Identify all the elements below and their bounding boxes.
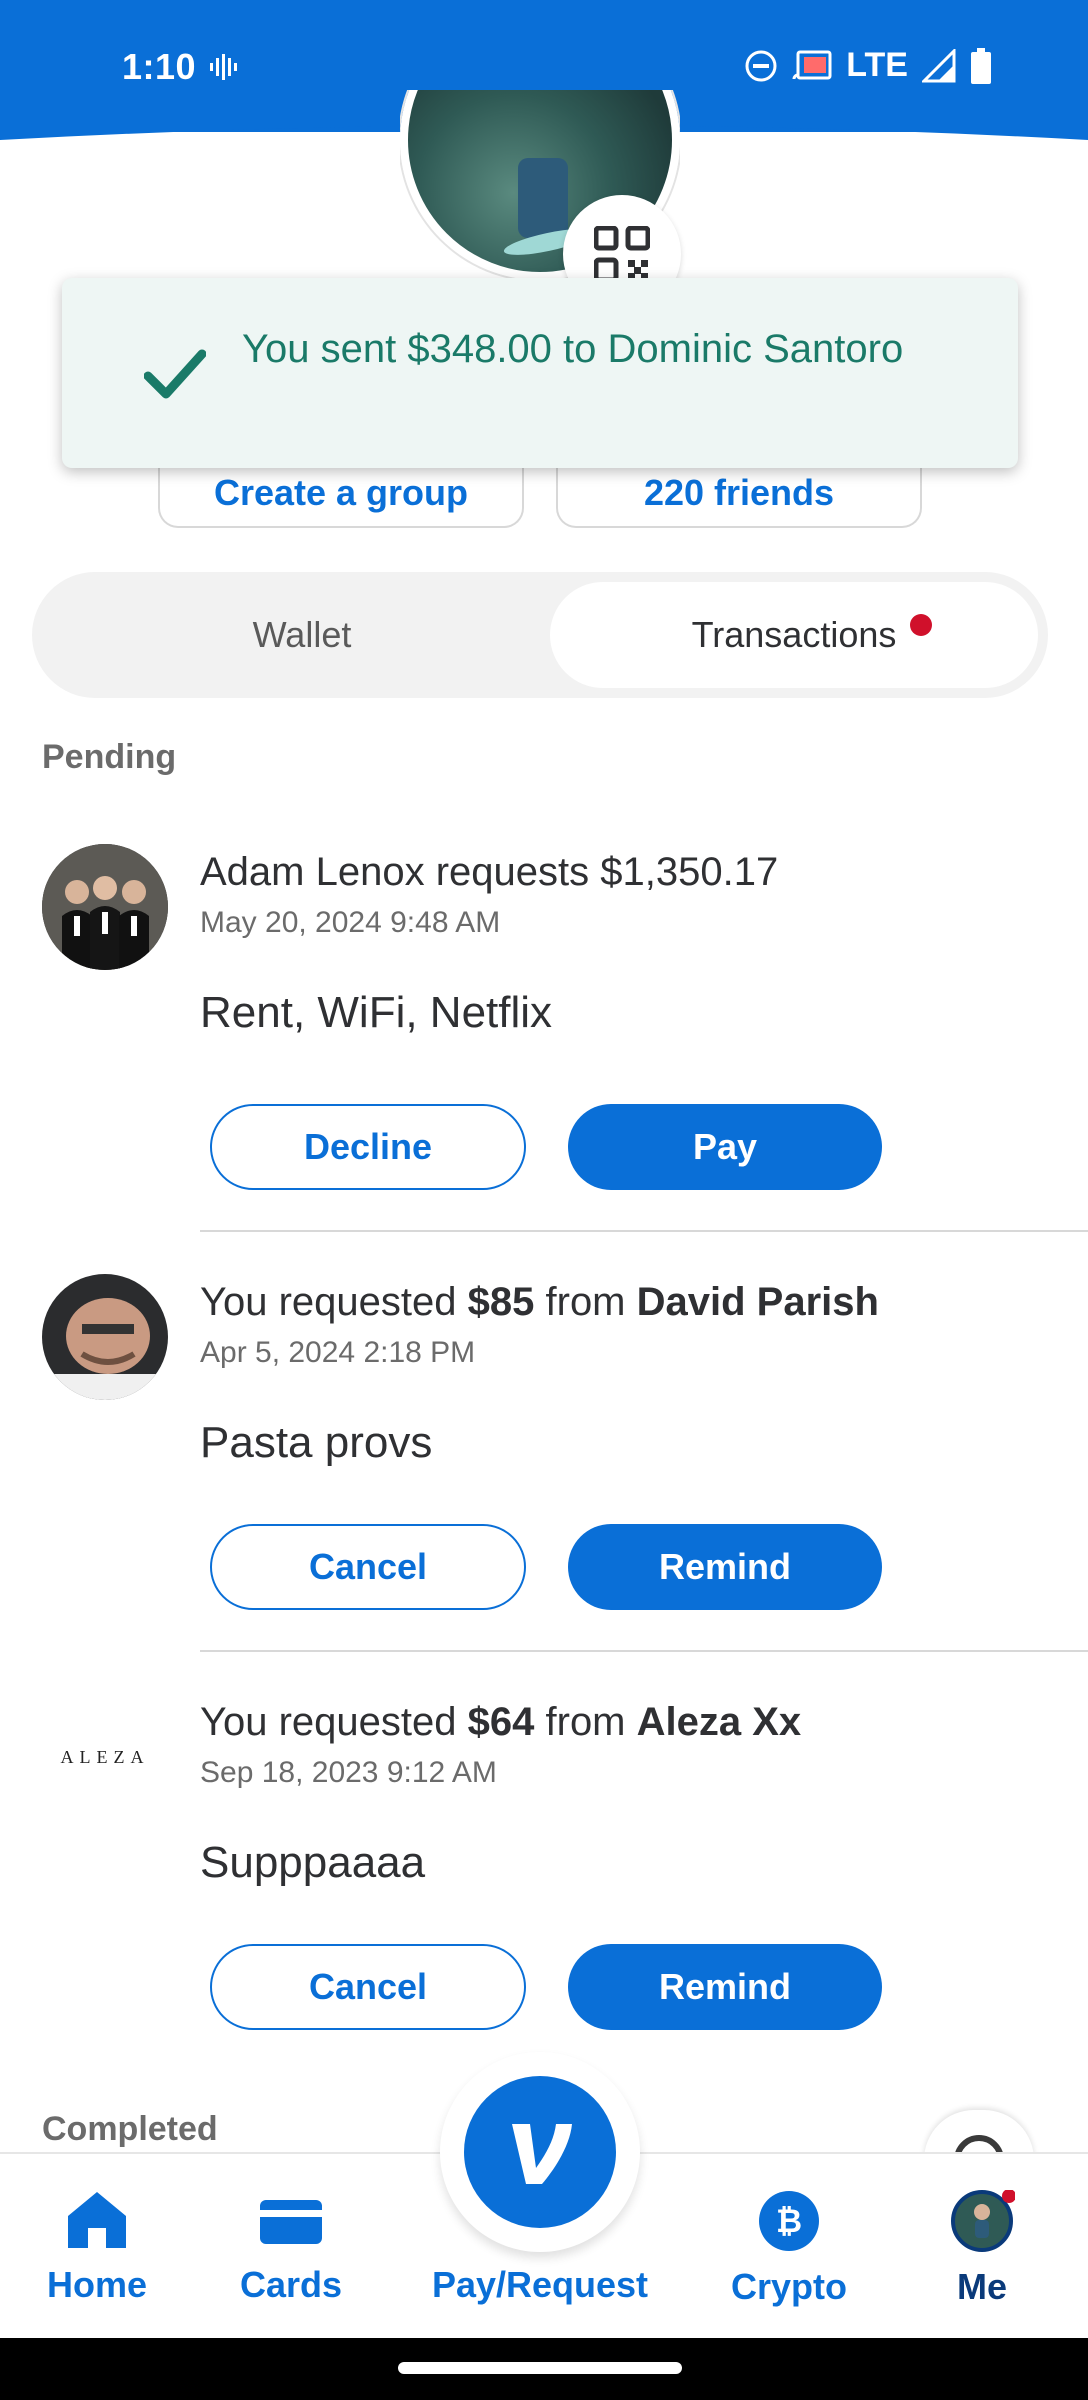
home-gesture-handle[interactable] — [398, 2362, 682, 2374]
divider — [200, 1230, 1088, 1232]
completed-heading: Completed — [42, 2110, 218, 2148]
remind-button[interactable]: Remind — [568, 1524, 882, 1610]
tab-transactions[interactable]: Transactions — [550, 582, 1038, 688]
tab-wallet[interactable]: Wallet — [42, 582, 562, 688]
signal-icon — [922, 48, 956, 82]
svg-text:₿: ₿ — [776, 2202, 802, 2240]
nav-crypto[interactable]: ₿ Crypto — [724, 2190, 854, 2308]
transaction-note: Rent, WiFi, Netflix — [200, 988, 553, 1037]
tab-transactions-label: Transactions — [691, 614, 897, 655]
transaction-date: Apr 5, 2024 2:18 PM — [200, 1336, 476, 1369]
transaction-date: Sep 18, 2023 9:12 AM — [200, 1756, 497, 1789]
audio-wave-icon — [210, 54, 237, 80]
status-time: 1:10 — [122, 46, 197, 87]
profile-photo — [42, 1274, 168, 1400]
venmo-v-icon — [512, 2124, 572, 2184]
title-name: David Parish — [636, 1280, 879, 1324]
title-amount: $64 — [467, 1700, 535, 1744]
title-name: Aleza Xx — [636, 1700, 802, 1744]
aleza-logo-text: ALEZA — [60, 1746, 150, 1767]
cancel-button[interactable]: Cancel — [210, 1944, 526, 2030]
nav-home[interactable]: Home — [42, 2190, 152, 2306]
toast-message: You sent $348.00 to Dominic Santoro — [242, 327, 904, 371]
avatar-david-parish[interactable] — [42, 1274, 168, 1400]
cast-icon — [792, 50, 832, 79]
nav-me[interactable]: Me — [932, 2190, 1032, 2308]
nav-home-label: Home — [46, 2264, 148, 2305]
nav-cards-label: Cards — [239, 2264, 343, 2305]
remind-button[interactable]: Remind — [568, 1944, 882, 2030]
pay-request-fab[interactable] — [464, 2076, 616, 2228]
create-group-button[interactable]: Create a group — [158, 460, 524, 528]
title-prefix: You requested — [200, 1280, 468, 1324]
transaction-title: Adam Lenox requests $1,350.17 — [200, 850, 779, 894]
avatar-adam-lenox[interactable] — [42, 844, 168, 970]
avatar-aleza[interactable]: ALEZA — [42, 1694, 168, 1820]
status-icons: LTE — [744, 46, 992, 85]
divider — [200, 1650, 1088, 1652]
qr-code-icon — [594, 226, 650, 282]
cancel-button[interactable]: Cancel — [210, 1524, 526, 1610]
friends-button[interactable]: 220 friends — [556, 460, 922, 528]
card-icon — [260, 2200, 322, 2244]
pending-heading: Pending — [42, 738, 177, 776]
wallet-transactions-tabs: Wallet Transactions — [32, 572, 1048, 698]
nav-pay-label: Pay/Request — [431, 2264, 649, 2305]
transaction-title: You requested $85 from David Parish — [200, 1280, 879, 1325]
payment-success-toast: You sent $348.00 to Dominic Santoro — [62, 278, 1018, 468]
nav-cards[interactable]: Cards — [236, 2190, 346, 2306]
transaction-title: You requested $64 from Aleza Xx — [200, 1700, 801, 1745]
nav-me-label: Me — [956, 2266, 1007, 2307]
group-photo — [42, 844, 168, 970]
title-prefix: You requested — [200, 1700, 468, 1744]
transaction-note: Pasta provs — [200, 1418, 433, 1467]
title-amount: $85 — [467, 1280, 535, 1324]
transaction-note: Supppaaaa — [200, 1838, 426, 1887]
title-mid: from — [534, 1700, 637, 1744]
home-icon — [68, 2192, 126, 2248]
nav-crypto-label: Crypto — [731, 2266, 847, 2307]
battery-icon — [971, 47, 991, 84]
transaction-date: May 20, 2024 9:48 AM — [200, 906, 501, 939]
do-not-disturb-icon — [745, 50, 777, 81]
checkmark-icon — [144, 349, 206, 399]
pay-button[interactable]: Pay — [568, 1104, 882, 1190]
me-avatar-icon — [951, 2190, 1015, 2252]
nav-pay-request[interactable]: Pay/Request — [432, 2250, 648, 2306]
title-mid: from — [534, 1280, 637, 1324]
crypto-icon: ₿ — [759, 2191, 819, 2251]
decline-button[interactable]: Decline — [210, 1104, 526, 1190]
notification-dot — [910, 614, 932, 636]
network-label: LTE — [846, 46, 908, 84]
